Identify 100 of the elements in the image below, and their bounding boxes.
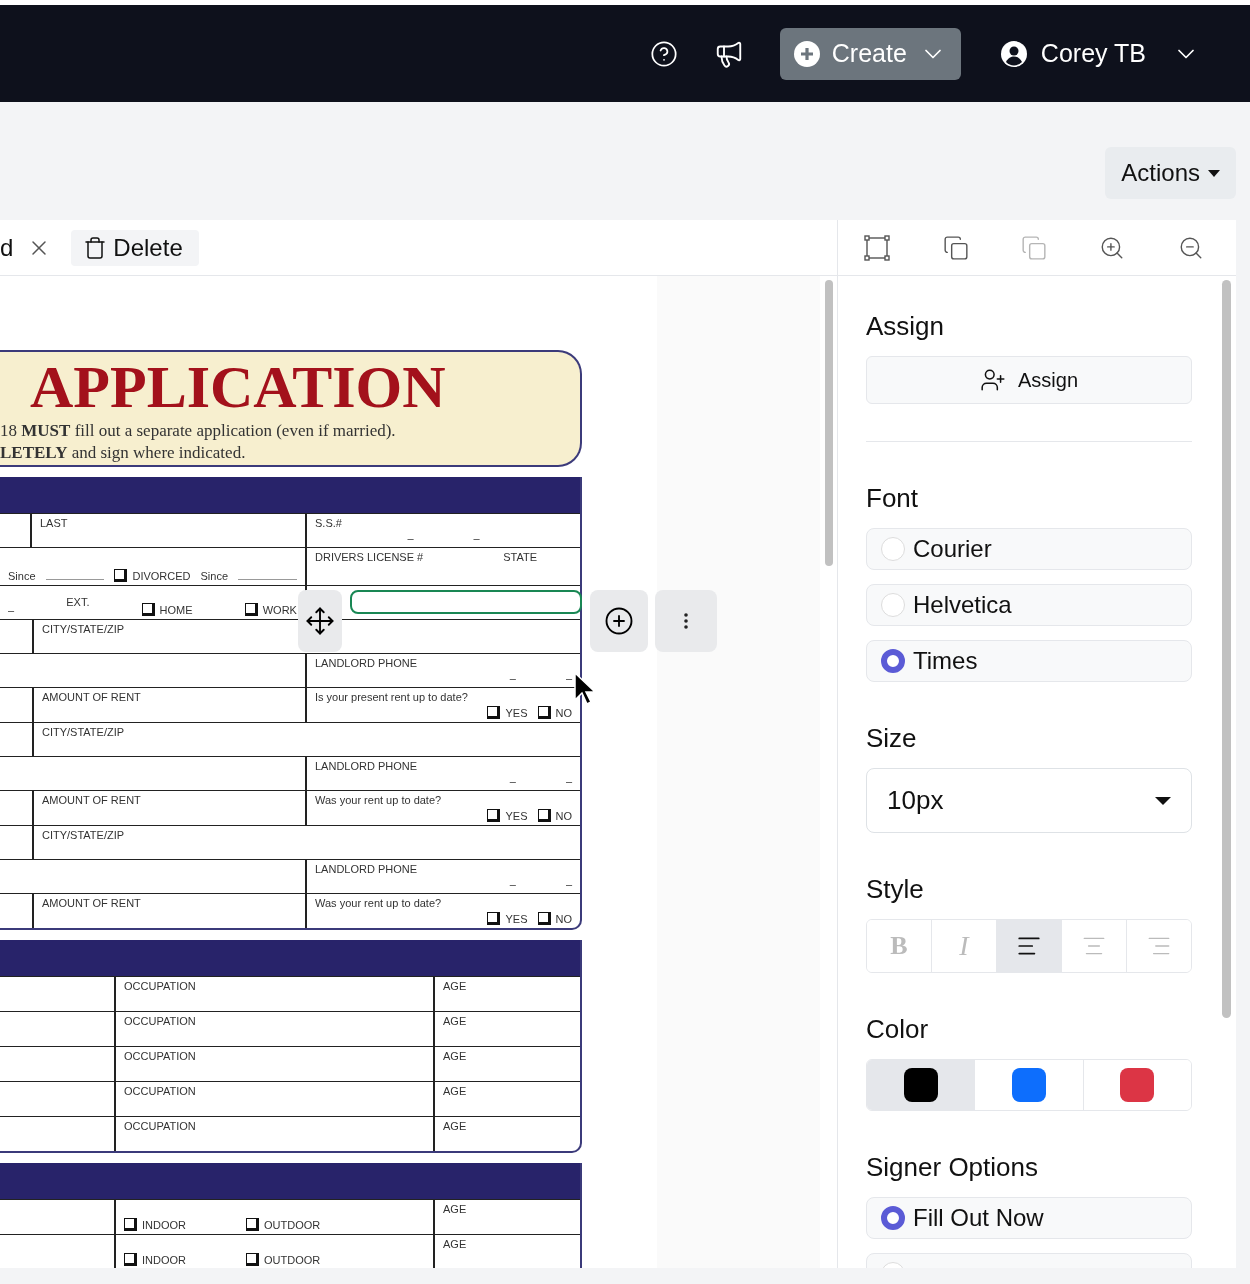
- checkbox-label: OUTDOOR: [264, 1253, 321, 1266]
- radio-button[interactable]: [881, 1206, 905, 1230]
- form-label: Was your rent up to date?: [315, 897, 442, 909]
- checkbox-icon: [244, 603, 258, 616]
- form-label: LAST: [40, 517, 68, 529]
- blank-line: [45, 579, 105, 580]
- checkbox-label: NO: [555, 912, 572, 925]
- form-label: S.S.#: [315, 517, 342, 529]
- form-label: LANDLORD PHONE: [315, 863, 418, 875]
- section-heading: Font: [866, 482, 920, 514]
- font-option[interactable]: Times: [866, 640, 1192, 682]
- dash-mark: –: [565, 672, 572, 684]
- form-label: LANDLORD PHONE: [315, 657, 418, 669]
- checkbox-icon: [246, 1218, 259, 1231]
- font-option[interactable]: Helvetica: [866, 584, 1192, 626]
- create-button[interactable]: Create: [779, 27, 961, 80]
- form-label: Since: [200, 569, 229, 582]
- form-instruction: 18 MUST fill out a separate application (even if married).: [0, 420, 397, 442]
- move-handle[interactable]: [298, 590, 342, 652]
- checkbox-label: NO: [555, 706, 572, 719]
- checkbox-icon: [537, 706, 551, 719]
- form-instruction: LETELY and sign where indicated.: [0, 442, 247, 464]
- add-button[interactable]: [590, 590, 648, 652]
- form-label: AGE: [443, 1238, 467, 1250]
- user-plus-icon: [980, 367, 1006, 393]
- plus-circle-icon: [793, 40, 820, 67]
- color-option[interactable]: [867, 1060, 976, 1110]
- font-option[interactable]: Courier: [866, 528, 1192, 570]
- toolbar-button[interactable]: [864, 234, 891, 261]
- move-icon: [305, 606, 335, 636]
- size-select[interactable]: 10px: [866, 768, 1192, 833]
- caret-icon: [1208, 169, 1220, 177]
- form-label: AGE: [443, 1015, 467, 1027]
- checkbox-label: DIVORCED: [132, 569, 191, 582]
- plus-circle-icon: [604, 606, 634, 636]
- form-label: AMOUNT OF RENT: [42, 691, 141, 703]
- dash-mark: –: [8, 603, 15, 616]
- dash-mark: –: [407, 532, 414, 544]
- checkbox-label: WORK: [262, 603, 297, 616]
- form-label: Was your rent up to date?: [315, 794, 442, 806]
- checkbox-label: NO: [555, 809, 572, 822]
- scrollbar-thumb[interactable]: [1222, 280, 1231, 1018]
- align-left-button[interactable]: [997, 920, 1062, 972]
- form-label: AGE: [443, 1050, 467, 1062]
- paste-icon: [1020, 234, 1047, 261]
- dash-mark: –: [509, 672, 516, 684]
- toolbar-label: d: [0, 233, 14, 262]
- dash-mark: –: [509, 775, 516, 787]
- form-label: EXT.: [66, 595, 90, 608]
- delete-button[interactable]: Delete: [71, 229, 199, 266]
- dash-mark: –: [473, 532, 480, 544]
- checkbox-label: OUTDOOR: [264, 1218, 321, 1231]
- mouse-cursor-icon: [574, 672, 596, 706]
- section-heading: Assign: [866, 310, 946, 342]
- section-heading: Size: [866, 722, 918, 754]
- selection-frame-icon: [864, 234, 891, 261]
- trash-icon: [83, 235, 108, 260]
- form-label: LANDLORD PHONE: [315, 760, 418, 772]
- form-label: OCCUPATION: [124, 980, 196, 992]
- copy-icon: [942, 234, 969, 261]
- assign-button[interactable]: Assign: [866, 356, 1192, 404]
- form-label: AGE: [443, 1203, 467, 1215]
- checkbox-icon: [487, 706, 501, 719]
- checkbox-icon: [537, 912, 551, 925]
- checkbox-label: INDOOR: [142, 1253, 186, 1266]
- scrollbar-thumb[interactable]: [824, 280, 833, 566]
- signer-option[interactable]: Fill Out Now: [866, 1197, 1192, 1239]
- checkbox-icon: [124, 1253, 137, 1266]
- section-heading: Signer Options: [866, 1151, 1039, 1183]
- checkbox-icon: [537, 809, 551, 822]
- checkbox-icon: [487, 912, 501, 925]
- checkbox-icon: [114, 569, 128, 582]
- form-label: CITY/STATE/ZIP: [42, 623, 125, 635]
- toolbar-button[interactable]: [942, 234, 969, 261]
- actions-button[interactable]: Actions: [1105, 147, 1236, 199]
- caret-icon: [1155, 796, 1171, 805]
- checkbox-label: HOME: [159, 603, 193, 616]
- checkbox-label: INDOOR: [142, 1218, 186, 1231]
- form-label: CITY/STATE/ZIP: [42, 726, 125, 738]
- form-label: AGE: [443, 980, 467, 992]
- checkbox-label: YES: [505, 912, 528, 925]
- dash-mark: –: [565, 775, 572, 787]
- user-avatar-icon: [1000, 40, 1027, 67]
- form-label: OCCUPATION: [124, 1050, 196, 1062]
- dash-mark: –: [509, 878, 516, 890]
- section-heading: Color: [866, 1013, 930, 1045]
- form-label: CITY/STATE/ZIP: [42, 829, 125, 841]
- help-icon[interactable]: [649, 39, 678, 68]
- section-heading: Style: [866, 873, 925, 905]
- form-title: APPLICATION: [30, 354, 447, 420]
- form-label: AGE: [443, 1120, 467, 1132]
- text-field[interactable]: [350, 590, 582, 614]
- checkbox-label: YES: [505, 706, 528, 719]
- form-label: OCCUPATION: [124, 1120, 196, 1132]
- checkbox-label: YES: [505, 809, 528, 822]
- blank-line: [238, 579, 297, 580]
- user-menu[interactable]: Corey TB: [1000, 39, 1200, 68]
- radio-button[interactable]: [881, 649, 905, 673]
- form-label: AMOUNT OF RENT: [42, 794, 141, 806]
- form-label: Since: [8, 569, 36, 582]
